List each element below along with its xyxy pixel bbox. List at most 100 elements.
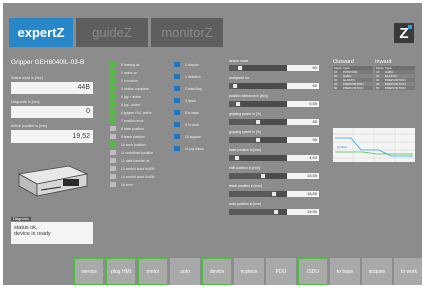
to-work-button[interactable]: to work	[394, 258, 422, 285]
plug-hmi-button[interactable]: plug HMI	[106, 258, 136, 285]
status-word-value: 44B	[11, 82, 93, 94]
table-row[interactable]: 50 PREPOSITION	[375, 86, 415, 90]
param-value[interactable]: 60	[287, 83, 319, 89]
slider-track[interactable]	[229, 137, 287, 143]
param-label: teach position in [mm]	[229, 184, 262, 188]
signal-label: to base	[187, 110, 199, 115]
signal-no: 11	[121, 150, 125, 155]
slider-track[interactable]	[229, 173, 287, 179]
status-signal: 8 base position	[110, 126, 144, 131]
slider-fill	[229, 119, 258, 125]
param-slider[interactable]: 60	[229, 65, 319, 71]
status-signal: 0 homing ok	[110, 62, 140, 67]
control-signal[interactable]: 11 jog minus	[174, 146, 204, 151]
control-signal[interactable]: 10 acquire	[174, 134, 201, 139]
signal-label: gripper PLC active	[123, 110, 152, 115]
control-signal[interactable]: 1 direction	[174, 74, 201, 79]
signal-label: work position	[125, 142, 146, 147]
service-button[interactable]: service	[74, 258, 104, 285]
slider-track[interactable]	[229, 119, 287, 125]
slider-track[interactable]	[229, 101, 287, 107]
tab-guidez[interactable]: guideZ	[76, 18, 148, 47]
signal-led	[174, 146, 180, 151]
slider-track[interactable]	[229, 65, 287, 71]
control-signal[interactable]: 9 to work	[174, 122, 199, 127]
control-signal[interactable]: 2 reset flag	[174, 86, 202, 91]
status-signal: 6 gripper PLC active	[110, 110, 152, 115]
device-button[interactable]: device	[202, 258, 232, 285]
slider-knob[interactable]	[231, 83, 238, 89]
tab-expertz[interactable]: expertZ	[9, 18, 73, 47]
param-slider[interactable]: 18,55	[229, 191, 319, 197]
signal-led	[110, 142, 116, 147]
motor-button[interactable]: motor	[138, 258, 168, 285]
signal-led	[110, 126, 116, 131]
mode-cell: 50	[376, 86, 380, 90]
signal-led	[110, 134, 116, 139]
tab-monitorz[interactable]: monitorZ	[151, 18, 223, 47]
param-slider[interactable]: 4,53	[229, 155, 319, 161]
signal-label: to work	[187, 122, 199, 127]
signal-led	[110, 158, 116, 163]
signal-led	[110, 94, 116, 99]
mode-cell: 50	[334, 86, 338, 90]
param-value[interactable]: 55	[287, 119, 319, 125]
param-slider[interactable]: 19,55	[229, 209, 319, 215]
param-slider[interactable]: 15,55	[229, 173, 319, 179]
type-cell: PREPOSITION	[385, 86, 406, 90]
signal-label: homing ok	[123, 62, 140, 67]
signal-no: 12	[121, 158, 125, 163]
to-base-button[interactable]: to base	[330, 258, 360, 285]
acquire-button[interactable]: acquire	[362, 258, 392, 285]
param-label: base position in [mm]	[229, 148, 262, 152]
param-value[interactable]: 0,55	[287, 101, 319, 107]
diagnosis-text-box: status ok, device is ready	[11, 222, 93, 244]
slider-track[interactable]	[229, 155, 287, 161]
slider-knob[interactable]	[260, 173, 267, 179]
slider-track[interactable]	[229, 83, 287, 89]
workpiece-button[interactable]: w.piece	[234, 258, 264, 285]
param-value[interactable]: 60	[287, 65, 319, 71]
param-slider[interactable]: 0,55	[229, 101, 319, 107]
signal-label: reset flag	[187, 86, 202, 91]
param-slider[interactable]: 60	[229, 83, 319, 89]
param-slider[interactable]: 55	[229, 137, 319, 143]
table-row[interactable]: 50 PREPOSITION	[333, 86, 373, 90]
signal-no: 8	[121, 126, 123, 131]
slider-knob[interactable]	[255, 119, 261, 125]
app-window: expertZ guideZ monitorZ Z Gripper GEH604…	[3, 3, 422, 285]
auto-button[interactable]: auto	[170, 258, 200, 285]
slider-knob[interactable]	[255, 137, 261, 143]
slider-knob[interactable]	[235, 101, 242, 107]
slider-knob[interactable]	[234, 155, 241, 161]
slider-knob[interactable]	[270, 191, 277, 197]
signal-led	[110, 78, 116, 83]
slider-track[interactable]	[229, 209, 287, 215]
param-value[interactable]: 4,53	[287, 155, 319, 161]
param-label: gripping power in [%]	[229, 112, 261, 116]
control-signal[interactable]: 0 acquire	[174, 62, 199, 67]
param-value[interactable]: 55	[287, 137, 319, 143]
status-signal: 3 motion complete	[110, 86, 149, 91]
pdu-button[interactable]: PDU	[266, 258, 296, 285]
signal-no: 9	[185, 122, 187, 127]
control-signal[interactable]: 3 teach	[174, 98, 196, 103]
signal-no: 3	[121, 86, 123, 91]
slider-track[interactable]	[229, 191, 287, 197]
control-signal[interactable]: 8 to base	[174, 110, 199, 115]
signal-no: 10	[121, 142, 125, 147]
signal-led	[110, 70, 116, 75]
signal-led	[174, 98, 180, 103]
signal-label: control word 0x400	[125, 174, 155, 179]
slider-knob[interactable]	[273, 209, 280, 215]
signal-no: 0	[121, 62, 123, 67]
param-value[interactable]: 18,55	[287, 191, 319, 197]
brand-logo: Z	[394, 23, 414, 43]
signal-label: teach	[187, 98, 197, 103]
slider-knob[interactable]	[236, 65, 243, 71]
status-signal: 10 work position	[110, 142, 146, 147]
param-value[interactable]: 19,55	[287, 209, 319, 215]
param-value[interactable]: 15,55	[287, 173, 319, 179]
param-slider[interactable]: 55	[229, 119, 319, 125]
isdu-button[interactable]: ISDU	[298, 258, 328, 285]
